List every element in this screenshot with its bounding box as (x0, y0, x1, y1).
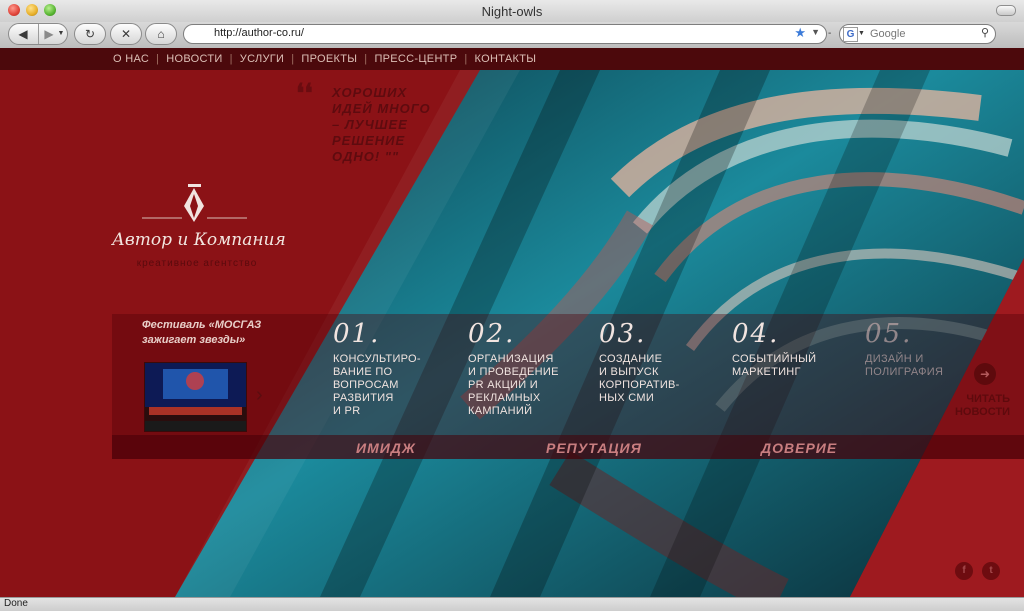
service-item-4[interactable]: 04. СОБЫТИЙНЫЙ МАРКЕТИНГ (732, 319, 816, 379)
value-image: ИМИДЖ (356, 440, 416, 456)
twitter-icon[interactable]: t (982, 562, 1000, 580)
search-engine-icon[interactable]: G (843, 27, 858, 42)
browser-toolbar: ◀ ▶ ▼ ↻ ✕ ⌂ http://author-co.ru/ ★ ▼ - G… (0, 22, 1024, 49)
slogan-text: ХОРОШИХ ИДЕЙ МНОГО – ЛУЧШЕЕ РЕШЕНИЕ ОДНО… (332, 85, 431, 164)
reload-icon: ↻ (84, 27, 96, 41)
stop-icon: ✕ (120, 27, 132, 41)
service-label: СОБЫТИЙНЫЙ МАРКЕТИНГ (732, 353, 816, 379)
nav-item-projects[interactable]: ПРОЕКТЫ (301, 53, 357, 65)
divider (38, 24, 39, 44)
window-title: Night-owls (481, 4, 543, 19)
service-line: СОЗДАНИЕ (599, 353, 663, 365)
service-line: ПОЛИГРАФИЯ (865, 366, 944, 378)
service-line: ВАНИЕ ПО (333, 366, 393, 378)
service-item-3[interactable]: 03. СОЗДАНИЕ И ВЫПУСК КОРПОРАТИВ- НЫХ СМ… (599, 319, 680, 405)
service-line: PR АКЦИЙ И (468, 379, 538, 391)
read-news-line: ЧИТАТЬ (966, 393, 1010, 405)
service-line: НЫХ СМИ (599, 392, 655, 404)
read-news-label: ЧИТАТЬ НОВОСТИ (955, 393, 1010, 419)
read-news-line: НОВОСТИ (954, 406, 1010, 418)
nav-separator: | (464, 53, 468, 65)
back-arrow-icon[interactable]: ◀ (15, 24, 31, 44)
stage-photo-image (145, 363, 246, 431)
logo-tagline: креативное агентство (136, 258, 258, 269)
service-item-1[interactable]: 01. КОНСУЛЬТИРО- ВАНИЕ ПО ВОПРОСАМ РАЗВИ… (333, 319, 421, 418)
next-arrow-icon[interactable]: › (256, 384, 263, 407)
service-line: МАРКЕТИНГ (732, 366, 801, 378)
service-item-5[interactable]: 05. ДИЗАЙН И ПОЛИГРАФИЯ (865, 319, 943, 379)
nav-item-contacts[interactable]: КОНТАКТЫ (475, 53, 537, 65)
nav-separator: | (229, 53, 233, 65)
festival-photo[interactable] (144, 362, 247, 432)
nav-item-services[interactable]: УСЛУГИ (240, 53, 284, 65)
service-item-2[interactable]: 02. ОРГАНИЗАЦИЯ И ПРОВЕДЕНИЕ PR АКЦИЙ И … (468, 319, 559, 418)
pen-nib-icon (142, 184, 247, 222)
history-dropdown-icon[interactable]: ▼ (57, 24, 65, 44)
service-label: ОРГАНИЗАЦИЯ И ПРОВЕДЕНИЕ PR АКЦИЙ И РЕКЛ… (468, 353, 559, 418)
url-text[interactable]: http://author-co.ru/ (214, 27, 304, 39)
quote-marks-icon: ❛❛ (296, 79, 313, 109)
engine-dropdown-icon[interactable]: ▼ (858, 24, 865, 44)
reload-button[interactable]: ↻ (74, 23, 106, 45)
url-dropdown-icon[interactable]: ▼ (811, 27, 820, 37)
nav-separator: | (291, 53, 295, 65)
search-input[interactable]: Google (870, 28, 905, 40)
service-line: РЕКЛАМНЫХ (468, 392, 541, 404)
window-titlebar: Night-owls (0, 0, 1024, 23)
logo-name: Автор и Компания (112, 230, 286, 250)
service-number: 02. (468, 319, 516, 349)
status-bar: Done (0, 597, 1024, 611)
service-number: 03. (599, 319, 647, 349)
search-box[interactable]: G ▼ Google ⚲ (839, 24, 996, 44)
festival-news-title[interactable]: Фестиваль «МОСГАЗ зажигает звезды» (142, 318, 272, 348)
service-number: 04. (732, 319, 780, 349)
service-line: КАМПАНИЙ (468, 405, 533, 417)
nav-item-about[interactable]: О НАС (113, 53, 149, 65)
stop-button[interactable]: ✕ (110, 23, 142, 45)
nav-separator: | (364, 53, 368, 65)
search-icon[interactable]: ⚲ (981, 26, 989, 39)
toolbar-separator: - (828, 28, 832, 39)
service-line: КОРПОРАТИВ- (599, 379, 680, 391)
forward-arrow-icon[interactable]: ▶ (42, 24, 56, 44)
service-line: ВОПРОСАМ (333, 379, 399, 391)
service-number: 01. (333, 319, 381, 349)
service-label: ДИЗАЙН И ПОЛИГРАФИЯ (865, 353, 943, 379)
service-line: ОРГАНИЗАЦИЯ (468, 353, 554, 365)
service-line: КОНСУЛЬТИРО- (333, 353, 421, 365)
home-icon: ⌂ (157, 27, 165, 41)
main-nav: О НАС | НОВОСТИ | УСЛУГИ | ПРОЕКТЫ | ПРЕСС-ЦЕНТР… (0, 48, 1024, 70)
service-line: И ВЫПУСК (599, 366, 659, 378)
nav-list: О НАС | НОВОСТИ | УСЛУГИ | ПРОЕКТЫ | ПРЕСС-ЦЕНТР… (113, 53, 536, 65)
back-forward-group: ◀ ▶ ▼ (8, 23, 68, 45)
status-text: Done (4, 598, 28, 609)
toolbar-toggle-button[interactable] (996, 5, 1016, 16)
service-number: 05. (865, 319, 913, 349)
home-button[interactable]: ⌂ (145, 23, 177, 45)
nav-separator: | (156, 53, 160, 65)
service-line: РАЗВИТИЯ (333, 392, 394, 404)
service-line: СОБЫТИЙНЫЙ (732, 353, 817, 365)
bookmark-star-icon[interactable]: ★ (794, 25, 806, 41)
service-line: И ПРОВЕДЕНИЕ (468, 366, 559, 378)
arrow-right-circle-icon[interactable]: ➜ (974, 363, 996, 385)
nav-item-press-center[interactable]: ПРЕСС-ЦЕНТР (374, 53, 457, 65)
value-trust: ДОВЕРИЕ (761, 440, 838, 456)
address-bar[interactable]: http://author-co.ru/ ★ ▼ (183, 24, 827, 44)
company-logo[interactable]: Автор и Компания креативное агентство (112, 178, 286, 278)
service-label: КОНСУЛЬТИРО- ВАНИЕ ПО ВОПРОСАМ РАЗВИТИЯ … (333, 353, 421, 418)
service-label: СОЗДАНИЕ И ВЫПУСК КОРПОРАТИВ- НЫХ СМИ (599, 353, 680, 405)
value-reputation: РЕПУТАЦИЯ (546, 440, 642, 456)
service-line: ДИЗАЙН И (865, 353, 924, 365)
web-page: О НАС | НОВОСТИ | УСЛУГИ | ПРОЕКТЫ | ПРЕСС-ЦЕНТР… (0, 48, 1024, 597)
nav-item-news[interactable]: НОВОСТИ (166, 53, 222, 65)
service-line: И PR (333, 405, 361, 417)
facebook-icon[interactable]: f (955, 562, 973, 580)
